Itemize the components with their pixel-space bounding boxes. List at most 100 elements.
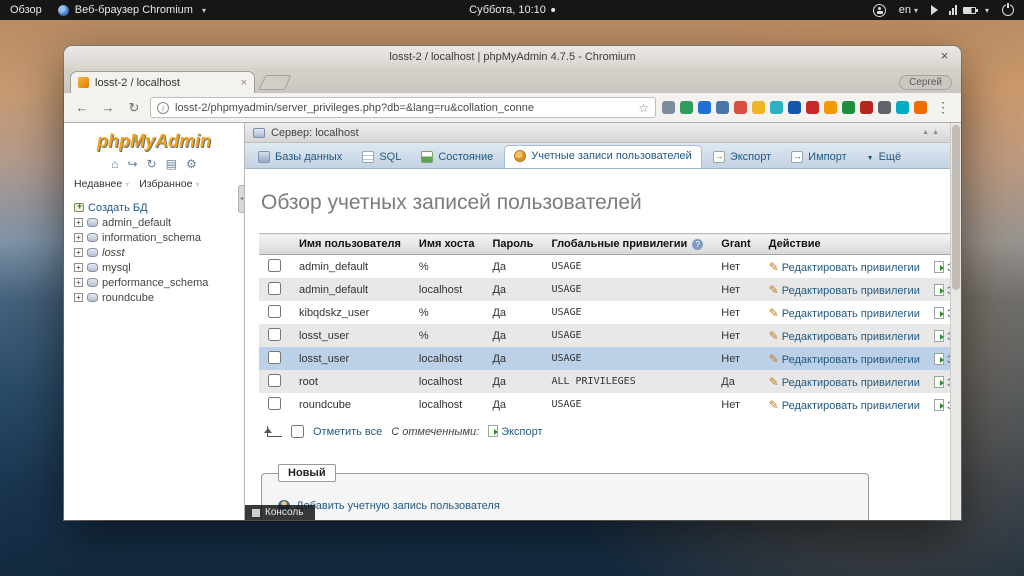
- extension-icon[interactable]: [716, 101, 729, 114]
- extension-icon[interactable]: [662, 101, 675, 114]
- help-icon[interactable]: ?: [692, 239, 703, 250]
- row-checkbox[interactable]: [268, 328, 281, 341]
- extension-icon[interactable]: [914, 101, 927, 114]
- panel-collapse-icons[interactable]: ▲▲: [922, 129, 942, 136]
- db-link[interactable]: information_schema: [102, 232, 201, 244]
- tab-status[interactable]: Состояние: [412, 146, 502, 168]
- edit-privileges-link[interactable]: Редактировать привилегии: [782, 308, 920, 320]
- header-grant[interactable]: Grant: [712, 234, 759, 255]
- header-hostname[interactable]: Имя хоста: [410, 234, 484, 255]
- bookmark-star-icon[interactable]: ☆: [638, 101, 649, 115]
- tree-item-database[interactable]: roundcube: [74, 290, 240, 305]
- expand-icon[interactable]: [74, 278, 83, 287]
- row-checkbox[interactable]: [268, 282, 281, 295]
- extension-icon[interactable]: [788, 101, 801, 114]
- row-checkbox[interactable]: [268, 259, 281, 272]
- expand-icon[interactable]: [74, 293, 83, 302]
- new-db-link[interactable]: Создать БД: [88, 202, 148, 214]
- scrollbar-thumb[interactable]: [952, 125, 960, 290]
- pma-logo[interactable]: phpMyAdmin: [64, 123, 244, 156]
- tab-export[interactable]: Экспорт: [704, 146, 780, 168]
- add-user-row[interactable]: Добавить учетную запись пользователя: [278, 500, 856, 512]
- browser-menu-icon[interactable]: ⋮: [933, 99, 953, 116]
- vertical-scrollbar[interactable]: [950, 123, 961, 520]
- sidebar-collapse-toggle[interactable]: ◂: [238, 185, 244, 213]
- edit-privileges-link[interactable]: Редактировать привилегии: [782, 262, 920, 274]
- tree-item-database[interactable]: performance_schema: [74, 275, 240, 290]
- url-bar[interactable]: i losst-2/phpmyadmin/server_privileges.p…: [150, 97, 656, 118]
- activities-button[interactable]: Обзор: [10, 4, 42, 16]
- edit-privileges-link[interactable]: Редактировать привилегии: [782, 285, 920, 297]
- accessibility-icon[interactable]: [873, 4, 886, 17]
- extension-icon[interactable]: [806, 101, 819, 114]
- browser-tab[interactable]: losst-2 / localhost ×: [70, 71, 255, 93]
- tab-more[interactable]: Ещё: [858, 146, 910, 168]
- check-all-checkbox[interactable]: [291, 425, 304, 438]
- db-link[interactable]: admin_default: [102, 217, 171, 229]
- logout-icon[interactable]: ↪: [128, 157, 138, 171]
- forward-button[interactable]: →: [98, 98, 118, 118]
- keyboard-layout-menu[interactable]: en: [899, 4, 918, 16]
- db-link[interactable]: roundcube: [102, 292, 154, 304]
- extension-icon[interactable]: [878, 101, 891, 114]
- tab-databases[interactable]: Базы данных: [249, 146, 351, 168]
- extension-icon[interactable]: [734, 101, 747, 114]
- tree-item-database[interactable]: information_schema: [74, 230, 240, 245]
- breadcrumb[interactable]: Сервер: localhost: [271, 127, 359, 139]
- window-close-button[interactable]: ×: [937, 49, 952, 64]
- extension-icon[interactable]: [752, 101, 765, 114]
- extension-icon[interactable]: [770, 101, 783, 114]
- extension-icon[interactable]: [842, 101, 855, 114]
- back-button[interactable]: ←: [72, 98, 92, 118]
- header-password[interactable]: Пароль: [483, 234, 542, 255]
- header-privileges[interactable]: Глобальные привилегии?: [542, 234, 712, 255]
- console-bar[interactable]: Консоль: [245, 505, 315, 520]
- extension-icon[interactable]: [680, 101, 693, 114]
- recent-tables-select[interactable]: Недавнее: [74, 178, 129, 190]
- edit-privileges-link[interactable]: Редактировать привилегии: [782, 331, 920, 343]
- extension-icon[interactable]: [698, 101, 711, 114]
- url-text[interactable]: losst-2/phpmyadmin/server_privileges.php…: [175, 102, 632, 114]
- tab-user-accounts[interactable]: Учетные записи пользователей: [504, 145, 702, 168]
- settings-icon[interactable]: ⚙: [186, 157, 197, 171]
- tree-item-new-db[interactable]: Создать БД: [74, 200, 240, 215]
- tree-item-database[interactable]: mysql: [74, 260, 240, 275]
- clock-menu[interactable]: Суббота, 10:10: [469, 4, 555, 16]
- docs-icon[interactable]: ▤: [166, 157, 177, 171]
- tab-sql[interactable]: SQL: [353, 146, 410, 168]
- check-all-link[interactable]: Отметить все: [313, 426, 382, 438]
- home-icon[interactable]: ⌂: [111, 157, 118, 171]
- db-link[interactable]: performance_schema: [102, 277, 208, 289]
- edit-privileges-link[interactable]: Редактировать привилегии: [782, 354, 920, 366]
- row-checkbox[interactable]: [268, 374, 281, 387]
- reload-button[interactable]: ↻: [124, 98, 144, 118]
- expand-icon[interactable]: [74, 248, 83, 257]
- tab-import[interactable]: Импорт: [782, 146, 855, 168]
- edit-privileges-link[interactable]: Редактировать привилегии: [782, 377, 920, 389]
- app-menu[interactable]: Веб-браузер Chromium: [58, 4, 206, 16]
- extension-icon[interactable]: [896, 101, 909, 114]
- expand-icon[interactable]: [74, 233, 83, 242]
- row-checkbox[interactable]: [268, 397, 281, 410]
- export-selected-link[interactable]: Экспорт: [501, 426, 542, 438]
- power-icon[interactable]: [1002, 4, 1014, 16]
- tree-item-database[interactable]: losst: [74, 245, 240, 260]
- row-checkbox[interactable]: [268, 351, 281, 364]
- expand-icon[interactable]: [74, 263, 83, 272]
- row-checkbox[interactable]: [268, 305, 281, 318]
- window-titlebar[interactable]: losst-2 / localhost | phpMyAdmin 4.7.5 -…: [64, 46, 961, 68]
- extension-icon[interactable]: [824, 101, 837, 114]
- new-tab-button[interactable]: [259, 75, 292, 90]
- profile-chip[interactable]: Сергей: [899, 75, 952, 90]
- edit-privileges-link[interactable]: Редактировать привилегии: [782, 400, 920, 412]
- extension-icon[interactable]: [860, 101, 873, 114]
- system-status-menu[interactable]: [931, 5, 989, 15]
- favorite-tables-select[interactable]: Избранное: [139, 178, 199, 190]
- tree-item-database[interactable]: admin_default: [74, 215, 240, 230]
- site-info-icon[interactable]: i: [157, 102, 169, 114]
- tab-close-icon[interactable]: ×: [241, 77, 247, 89]
- header-username[interactable]: Имя пользователя: [290, 234, 410, 255]
- refresh-icon[interactable]: ↻: [147, 157, 157, 171]
- db-link[interactable]: losst: [102, 247, 125, 259]
- db-link[interactable]: mysql: [102, 262, 131, 274]
